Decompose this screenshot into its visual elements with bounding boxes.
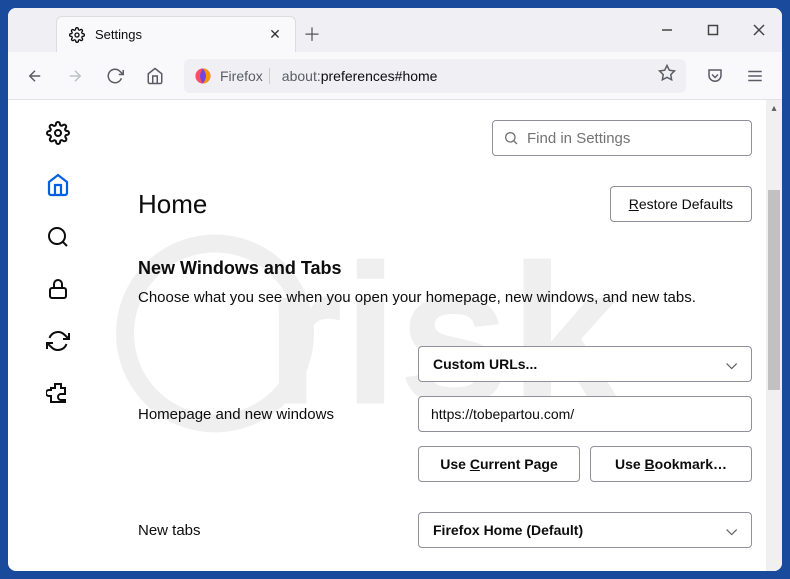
content-area: risk Home Restore Defaults New Win [8, 100, 782, 571]
sidebar-search-icon[interactable] [43, 222, 73, 252]
urlbar-url: about:preferences#home [282, 68, 650, 84]
sidebar-home-icon[interactable] [43, 170, 73, 200]
scrollbar-up-arrow[interactable]: ▴ [766, 100, 782, 116]
search-settings-box[interactable] [492, 120, 752, 156]
newtabs-select[interactable]: Firefox Home (Default) ⌵ [418, 512, 752, 548]
homepage-label: Homepage and new windows [138, 406, 418, 423]
gear-icon [69, 27, 85, 43]
tab-settings[interactable]: Settings ✕ [56, 16, 296, 52]
back-button[interactable] [18, 59, 52, 93]
minimize-button[interactable] [644, 8, 690, 52]
reload-button[interactable] [98, 59, 132, 93]
sidebar-general-icon[interactable] [43, 118, 73, 148]
save-to-pocket-button[interactable] [698, 59, 732, 93]
homepage-url-input[interactable] [418, 396, 752, 432]
newtabs-label: New tabs [138, 522, 418, 539]
sidebar-privacy-icon[interactable] [43, 274, 73, 304]
homepage-mode-select[interactable]: Custom URLs... ⌵ [418, 346, 752, 382]
chevron-down-icon: ⌵ [726, 522, 737, 539]
use-bookmark-button[interactable]: Use Bookmark… [590, 446, 752, 482]
new-tab-button[interactable]: ＋ [296, 16, 328, 52]
scrollbar-track[interactable]: ▴ [766, 100, 782, 571]
search-icon [503, 130, 519, 146]
toolbar: Firefox about:preferences#home [8, 52, 782, 100]
maximize-button[interactable] [690, 8, 736, 52]
home-button[interactable] [138, 59, 172, 93]
restore-defaults-button[interactable]: Restore Defaults [610, 186, 752, 222]
sidebar-extensions-icon[interactable] [43, 378, 73, 408]
page-title: Home [138, 189, 207, 220]
titlebar: Settings ✕ ＋ [8, 8, 782, 52]
url-bar[interactable]: Firefox about:preferences#home [184, 59, 686, 93]
firefox-logo-icon [194, 67, 212, 85]
bookmark-star-icon[interactable] [658, 64, 676, 87]
homepage-mode-value: Custom URLs... [433, 356, 537, 372]
close-button[interactable] [736, 8, 782, 52]
tab-title: Settings [95, 27, 257, 42]
chevron-down-icon: ⌵ [726, 356, 737, 373]
scrollbar-thumb[interactable] [768, 190, 780, 390]
forward-button[interactable] [58, 59, 92, 93]
app-menu-button[interactable] [738, 59, 772, 93]
section-title: New Windows and Tabs [138, 258, 752, 279]
use-current-page-button[interactable]: Use Current Page [418, 446, 580, 482]
search-settings-input[interactable] [527, 130, 741, 147]
newtabs-value: Firefox Home (Default) [433, 522, 583, 538]
sidebar-sync-icon[interactable] [43, 326, 73, 356]
settings-sidebar [8, 100, 108, 571]
urlbar-identity-label: Firefox [220, 68, 270, 84]
tab-close-icon[interactable]: ✕ [267, 27, 283, 43]
section-description: Choose what you see when you open your h… [138, 289, 752, 306]
settings-main: Home Restore Defaults New Windows and Ta… [108, 100, 782, 571]
